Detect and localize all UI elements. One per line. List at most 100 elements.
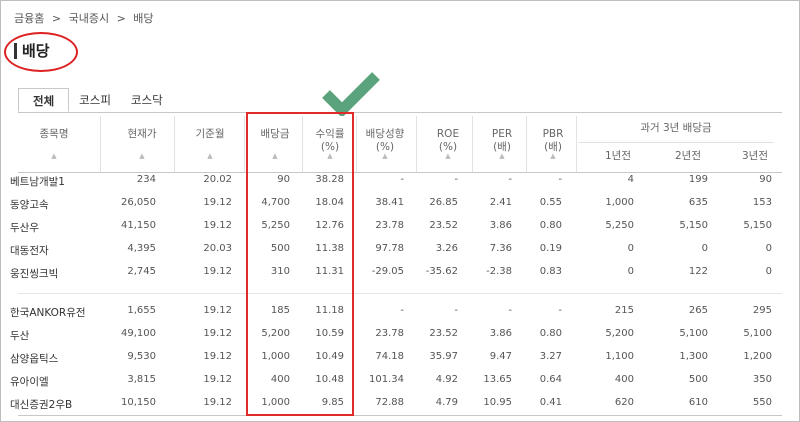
tab-kospi[interactable]: 코스피 — [69, 88, 121, 112]
header-bottom-border — [18, 172, 782, 173]
sort-icon[interactable]: ▲ — [533, 152, 573, 160]
cell-per: 2.41 — [489, 197, 512, 208]
breadcrumb-separator: > — [116, 12, 126, 25]
check-mark-icon — [322, 72, 380, 116]
cell-per: 3.86 — [489, 220, 512, 231]
cell-pbr: 0.41 — [539, 397, 562, 408]
cell-past-2: 5,150 — [679, 220, 708, 231]
cell-past-2: 1,300 — [679, 351, 708, 362]
cell-past-2: 500 — [688, 374, 708, 385]
cell-past-3: 1,200 — [743, 351, 772, 362]
cell-past-2: 0 — [701, 243, 708, 254]
sort-icon[interactable]: ▲ — [482, 152, 522, 160]
cell-pbr: 0.55 — [539, 197, 562, 208]
cell-past-1: 0 — [627, 266, 634, 277]
cell-past-1: 5,200 — [605, 328, 634, 339]
sort-icon[interactable]: ▲ — [358, 152, 412, 160]
breadcrumb-separator: > — [51, 12, 62, 25]
cell-roe: 3.26 — [435, 243, 458, 254]
tab-kosdaq[interactable]: 코스닥 — [121, 88, 173, 112]
cell-base-month: 19.12 — [203, 305, 232, 316]
cell-payout: 72.88 — [375, 397, 404, 408]
cell-name[interactable]: 두산 — [10, 328, 110, 343]
col-base-month-header[interactable]: 기준월 — [180, 128, 240, 141]
cell-base-month: 19.12 — [203, 328, 232, 339]
cell-pbr: 3.27 — [539, 351, 562, 362]
col-roe-header[interactable]: ROE (%) — [428, 128, 468, 154]
sort-icon[interactable]: ▲ — [112, 152, 172, 160]
table-bottom-border — [18, 415, 782, 416]
cell-name[interactable]: 두산우 — [10, 220, 110, 235]
past-group-divider — [578, 142, 774, 143]
cell-per: - — [508, 305, 512, 316]
cell-payout: 23.78 — [375, 220, 404, 231]
cell-name[interactable]: 한국ANKOR유전 — [10, 305, 110, 320]
title-bar-mark — [14, 42, 17, 59]
breadcrumb-current: 배당 — [133, 12, 154, 25]
cell-per: 9.47 — [489, 351, 512, 362]
cell-past-1: 4 — [627, 174, 634, 185]
col-price-header[interactable]: 현재가 — [112, 128, 172, 141]
cell-roe: 4.79 — [435, 397, 458, 408]
cell-name[interactable]: 대동전자 — [10, 243, 110, 258]
cell-payout: - — [400, 305, 404, 316]
cell-past-3: 5,150 — [743, 220, 772, 231]
cell-base-month: 19.12 — [203, 266, 232, 277]
cell-past-2: 610 — [688, 397, 708, 408]
breadcrumb-domestic-link[interactable]: 국내증시 — [69, 12, 109, 25]
cell-base-month: 20.02 — [203, 174, 232, 185]
col-past-group-header: 과거 3년 배당금 — [640, 122, 712, 134]
cell-pbr: 0.83 — [539, 266, 562, 277]
cell-name[interactable]: 베트남개발1 — [10, 174, 110, 189]
cell-price: 26,050 — [121, 197, 156, 208]
col-pbr-header[interactable]: PBR (배) — [533, 128, 573, 154]
cell-name[interactable]: 대신증권2우B — [10, 397, 110, 412]
col-per-label: PER — [491, 128, 513, 140]
col-past-1-header[interactable]: 1년전 — [598, 150, 638, 163]
cell-name[interactable]: 유아이엘 — [10, 374, 110, 389]
sort-icon[interactable]: ▲ — [180, 152, 240, 160]
cell-base-month: 19.12 — [203, 374, 232, 385]
breadcrumb-home-link[interactable]: 금융홈 — [14, 12, 44, 25]
header-divider — [472, 116, 473, 172]
row-group-divider — [18, 293, 782, 294]
cell-per: - — [508, 174, 512, 185]
cell-per: -2.38 — [486, 266, 512, 277]
header-divider — [576, 116, 577, 172]
header-divider — [526, 116, 527, 172]
col-past-2-header[interactable]: 2년전 — [668, 150, 708, 163]
col-name-header[interactable]: 종목명 — [24, 128, 84, 141]
cell-past-2: 122 — [688, 266, 708, 277]
page-title: 배당 — [14, 40, 50, 61]
cell-past-3: 153 — [752, 197, 772, 208]
cell-name[interactable]: 삼양옵틱스 — [10, 351, 110, 366]
cell-name[interactable]: 동양고속 — [10, 197, 110, 212]
cell-base-month: 19.12 — [203, 397, 232, 408]
cell-price: 49,100 — [121, 328, 156, 339]
cell-pbr: 0.80 — [539, 220, 562, 231]
col-per-header[interactable]: PER (배) — [482, 128, 522, 154]
cell-price: 41,150 — [121, 220, 156, 231]
cell-pbr: 0.19 — [539, 243, 562, 254]
cell-payout: -29.05 — [371, 266, 404, 277]
cell-past-3: 295 — [752, 305, 772, 316]
tab-all[interactable]: 전체 — [18, 88, 70, 112]
col-pbr-label: PBR — [542, 128, 564, 140]
cell-per: 7.36 — [489, 243, 512, 254]
cell-price: 1,655 — [127, 305, 156, 316]
cell-roe: 35.97 — [429, 351, 458, 362]
cell-name[interactable]: 웅진씽크빅 — [10, 266, 110, 281]
cell-payout: 23.78 — [375, 328, 404, 339]
cell-pbr: - — [558, 305, 562, 316]
col-payout-label: 배당성향 — [365, 128, 405, 140]
cell-base-month: 19.12 — [203, 197, 232, 208]
sort-icon[interactable]: ▲ — [428, 152, 468, 160]
col-payout-header[interactable]: 배당성향 (%) — [358, 128, 412, 154]
cell-past-3: 5,100 — [743, 328, 772, 339]
tab-underline — [18, 112, 782, 113]
cell-payout: 38.41 — [375, 197, 404, 208]
sort-icon[interactable]: ▲ — [24, 152, 84, 160]
cell-price: 234 — [136, 174, 156, 185]
col-past-3-header[interactable]: 3년전 — [735, 150, 775, 163]
cell-past-1: 400 — [614, 374, 634, 385]
